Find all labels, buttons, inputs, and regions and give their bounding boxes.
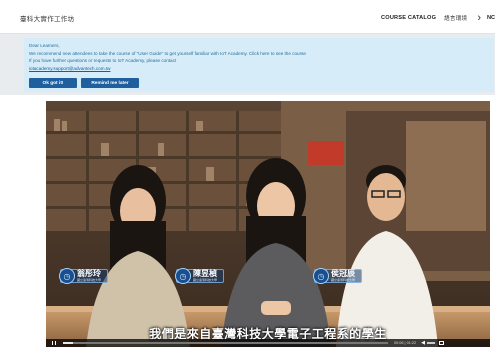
clock-icon: ◷ [175, 268, 191, 284]
video-player[interactable]: ◷ 翁彤玲 國立臺灣科技大學 ◷ 陳昱楨 國立臺灣科技大學 ◷ 侯冠辰 國立臺灣… [46, 101, 490, 347]
volume-slider[interactable] [426, 342, 435, 344]
clock-icon: ◷ [313, 268, 329, 284]
support-email-link[interactable]: iotacademy.support@advantech.com.tw [29, 66, 110, 71]
name-tag-1: ◷ 翁彤玲 國立臺灣科技大學 [59, 268, 109, 284]
course-catalog-link[interactable]: COURSE CATALOG [381, 15, 436, 21]
video-controls: 00:06 | 01:22 ◀ [46, 339, 490, 347]
clock-icon: ◷ [59, 268, 75, 284]
site-title[interactable]: 臺科大實作工作坊 [20, 13, 74, 23]
name-tag-1-affiliation: 國立臺灣科技大學 [77, 278, 102, 282]
truncated-nav-link[interactable]: NC [487, 15, 495, 21]
time-readout: 00:06 | 01:22 [394, 341, 417, 345]
notice-buttons: Ok got it! Remind me later [29, 78, 139, 88]
name-tag-2: ◷ 陳昱楨 國立臺灣科技大學 [175, 268, 225, 284]
volume-icon[interactable]: ◀ [421, 340, 425, 346]
progress-fill [63, 342, 73, 344]
remind-me-later-button[interactable]: Remind me later [81, 78, 139, 88]
progress-bar[interactable] [63, 342, 388, 344]
notice-contact: If you have further questions or request… [29, 58, 177, 63]
name-tag-3-name: 侯冠辰 [331, 269, 355, 278]
language-link[interactable]: 語言環境 [444, 14, 467, 22]
pause-icon[interactable] [51, 340, 57, 346]
name-tag-3-affiliation: 國立臺灣科技大學 [331, 278, 356, 282]
name-tag-2-name: 陳昱楨 [193, 269, 217, 278]
video-section: ◷ 翁彤玲 國立臺灣科技大學 ◷ 陳昱楨 國立臺灣科技大學 ◷ 侯冠辰 國立臺灣… [0, 95, 495, 347]
notice-greeting: Dear Learners, [29, 43, 60, 48]
name-tag-1-name: 翁彤玲 [77, 269, 101, 278]
name-tag-2-affiliation: 國立臺灣科技大學 [193, 278, 218, 282]
top-navigation-bar: 臺科大實作工作坊 COURSE CATALOG 語言環境 › NC [0, 0, 495, 34]
ok-got-it-button[interactable]: Ok got it! [29, 78, 77, 88]
notice-recommendation[interactable]: We recommend new attendees to take the c… [29, 50, 489, 58]
name-tag-3: ◷ 侯冠辰 國立臺灣科技大學 [313, 268, 363, 284]
nav-links: COURSE CATALOG 語言環境 › NC [381, 12, 495, 24]
fullscreen-icon[interactable] [438, 341, 444, 345]
video-frame-scene [46, 101, 490, 347]
welcome-notice-banner: Dear Learners, We recommend new attendee… [24, 38, 494, 92]
chevron-right-icon[interactable]: › [477, 12, 481, 24]
